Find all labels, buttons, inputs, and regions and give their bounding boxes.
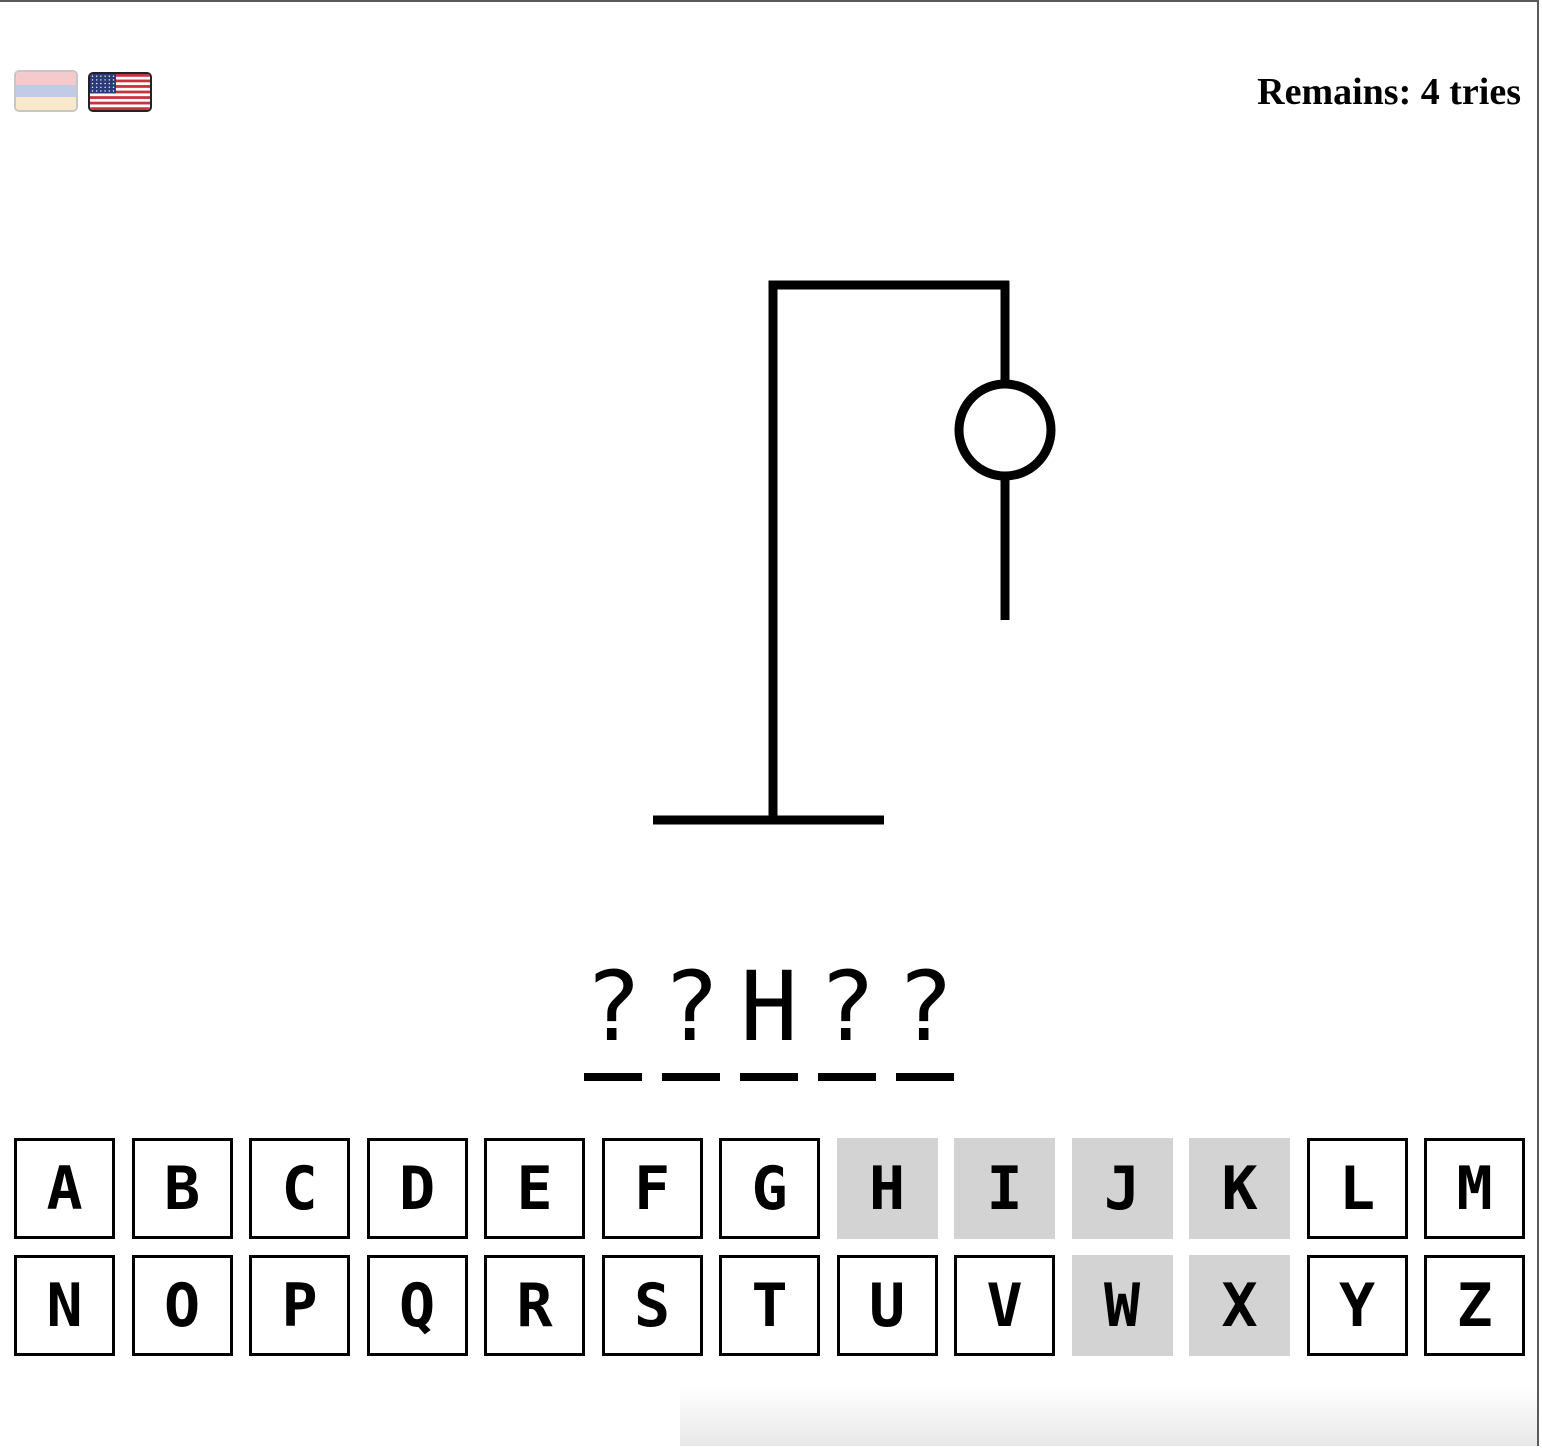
game-window: Remains: 4 tries ?? H?? ABCDEFGHIJKLMNOPQ… (0, 0, 1539, 1446)
window-shadow (680, 1386, 1537, 1446)
word-slot: H (740, 957, 798, 1081)
word-slot-underline (584, 1073, 642, 1081)
word-slot-underline (818, 1073, 876, 1081)
letter-key-p[interactable]: P (249, 1255, 350, 1356)
letter-key-a[interactable]: A (14, 1138, 115, 1239)
letter-key-c[interactable]: C (249, 1138, 350, 1239)
word-slot: ? (584, 957, 642, 1081)
word-slot-char: ? (584, 951, 642, 1063)
word-slot-char: H (740, 951, 798, 1063)
letter-key-g[interactable]: G (719, 1138, 820, 1239)
letter-keyboard: ABCDEFGHIJKLM NOPQRSTUVWXYZ (14, 1138, 1525, 1356)
letter-key-y[interactable]: Y (1306, 1255, 1408, 1356)
letter-key-w: W (1071, 1255, 1173, 1356)
hangman-drawing (653, 280, 1056, 825)
word-slot: ? (662, 957, 720, 1081)
letter-key-b[interactable]: B (131, 1138, 233, 1239)
letter-key-h: H (836, 1138, 938, 1239)
letter-key-e[interactable]: E (484, 1138, 585, 1239)
word-slot-underline (662, 1073, 720, 1081)
letter-key-n[interactable]: N (14, 1255, 115, 1356)
word-display: ?? H?? (584, 957, 954, 1081)
figure-head (954, 379, 1056, 481)
letter-key-v[interactable]: V (954, 1255, 1055, 1356)
letter-key-l[interactable]: L (1306, 1138, 1408, 1239)
word-slot: ? (896, 957, 954, 1081)
letter-key-m[interactable]: M (1424, 1138, 1525, 1239)
letter-key-i: I (954, 1138, 1055, 1239)
letter-key-u[interactable]: U (836, 1255, 938, 1356)
letter-key-z[interactable]: Z (1424, 1255, 1525, 1356)
letter-key-d[interactable]: D (366, 1138, 468, 1239)
letter-key-t[interactable]: T (719, 1255, 820, 1356)
letter-key-f[interactable]: F (601, 1138, 703, 1239)
word-slot-char: ? (818, 951, 876, 1063)
letter-key-j: J (1071, 1138, 1173, 1239)
letter-key-s[interactable]: S (601, 1255, 703, 1356)
word-slot: ? (818, 957, 876, 1081)
word-slot-char: ? (896, 951, 954, 1063)
letter-key-r[interactable]: R (484, 1255, 585, 1356)
letter-key-q[interactable]: Q (366, 1255, 468, 1356)
letter-key-k: K (1189, 1138, 1290, 1239)
letter-key-x: X (1189, 1255, 1290, 1356)
letter-key-o[interactable]: O (131, 1255, 233, 1356)
word-slot-underline (740, 1073, 798, 1081)
word-slot-underline (896, 1073, 954, 1081)
word-slot-char: ? (662, 951, 720, 1063)
